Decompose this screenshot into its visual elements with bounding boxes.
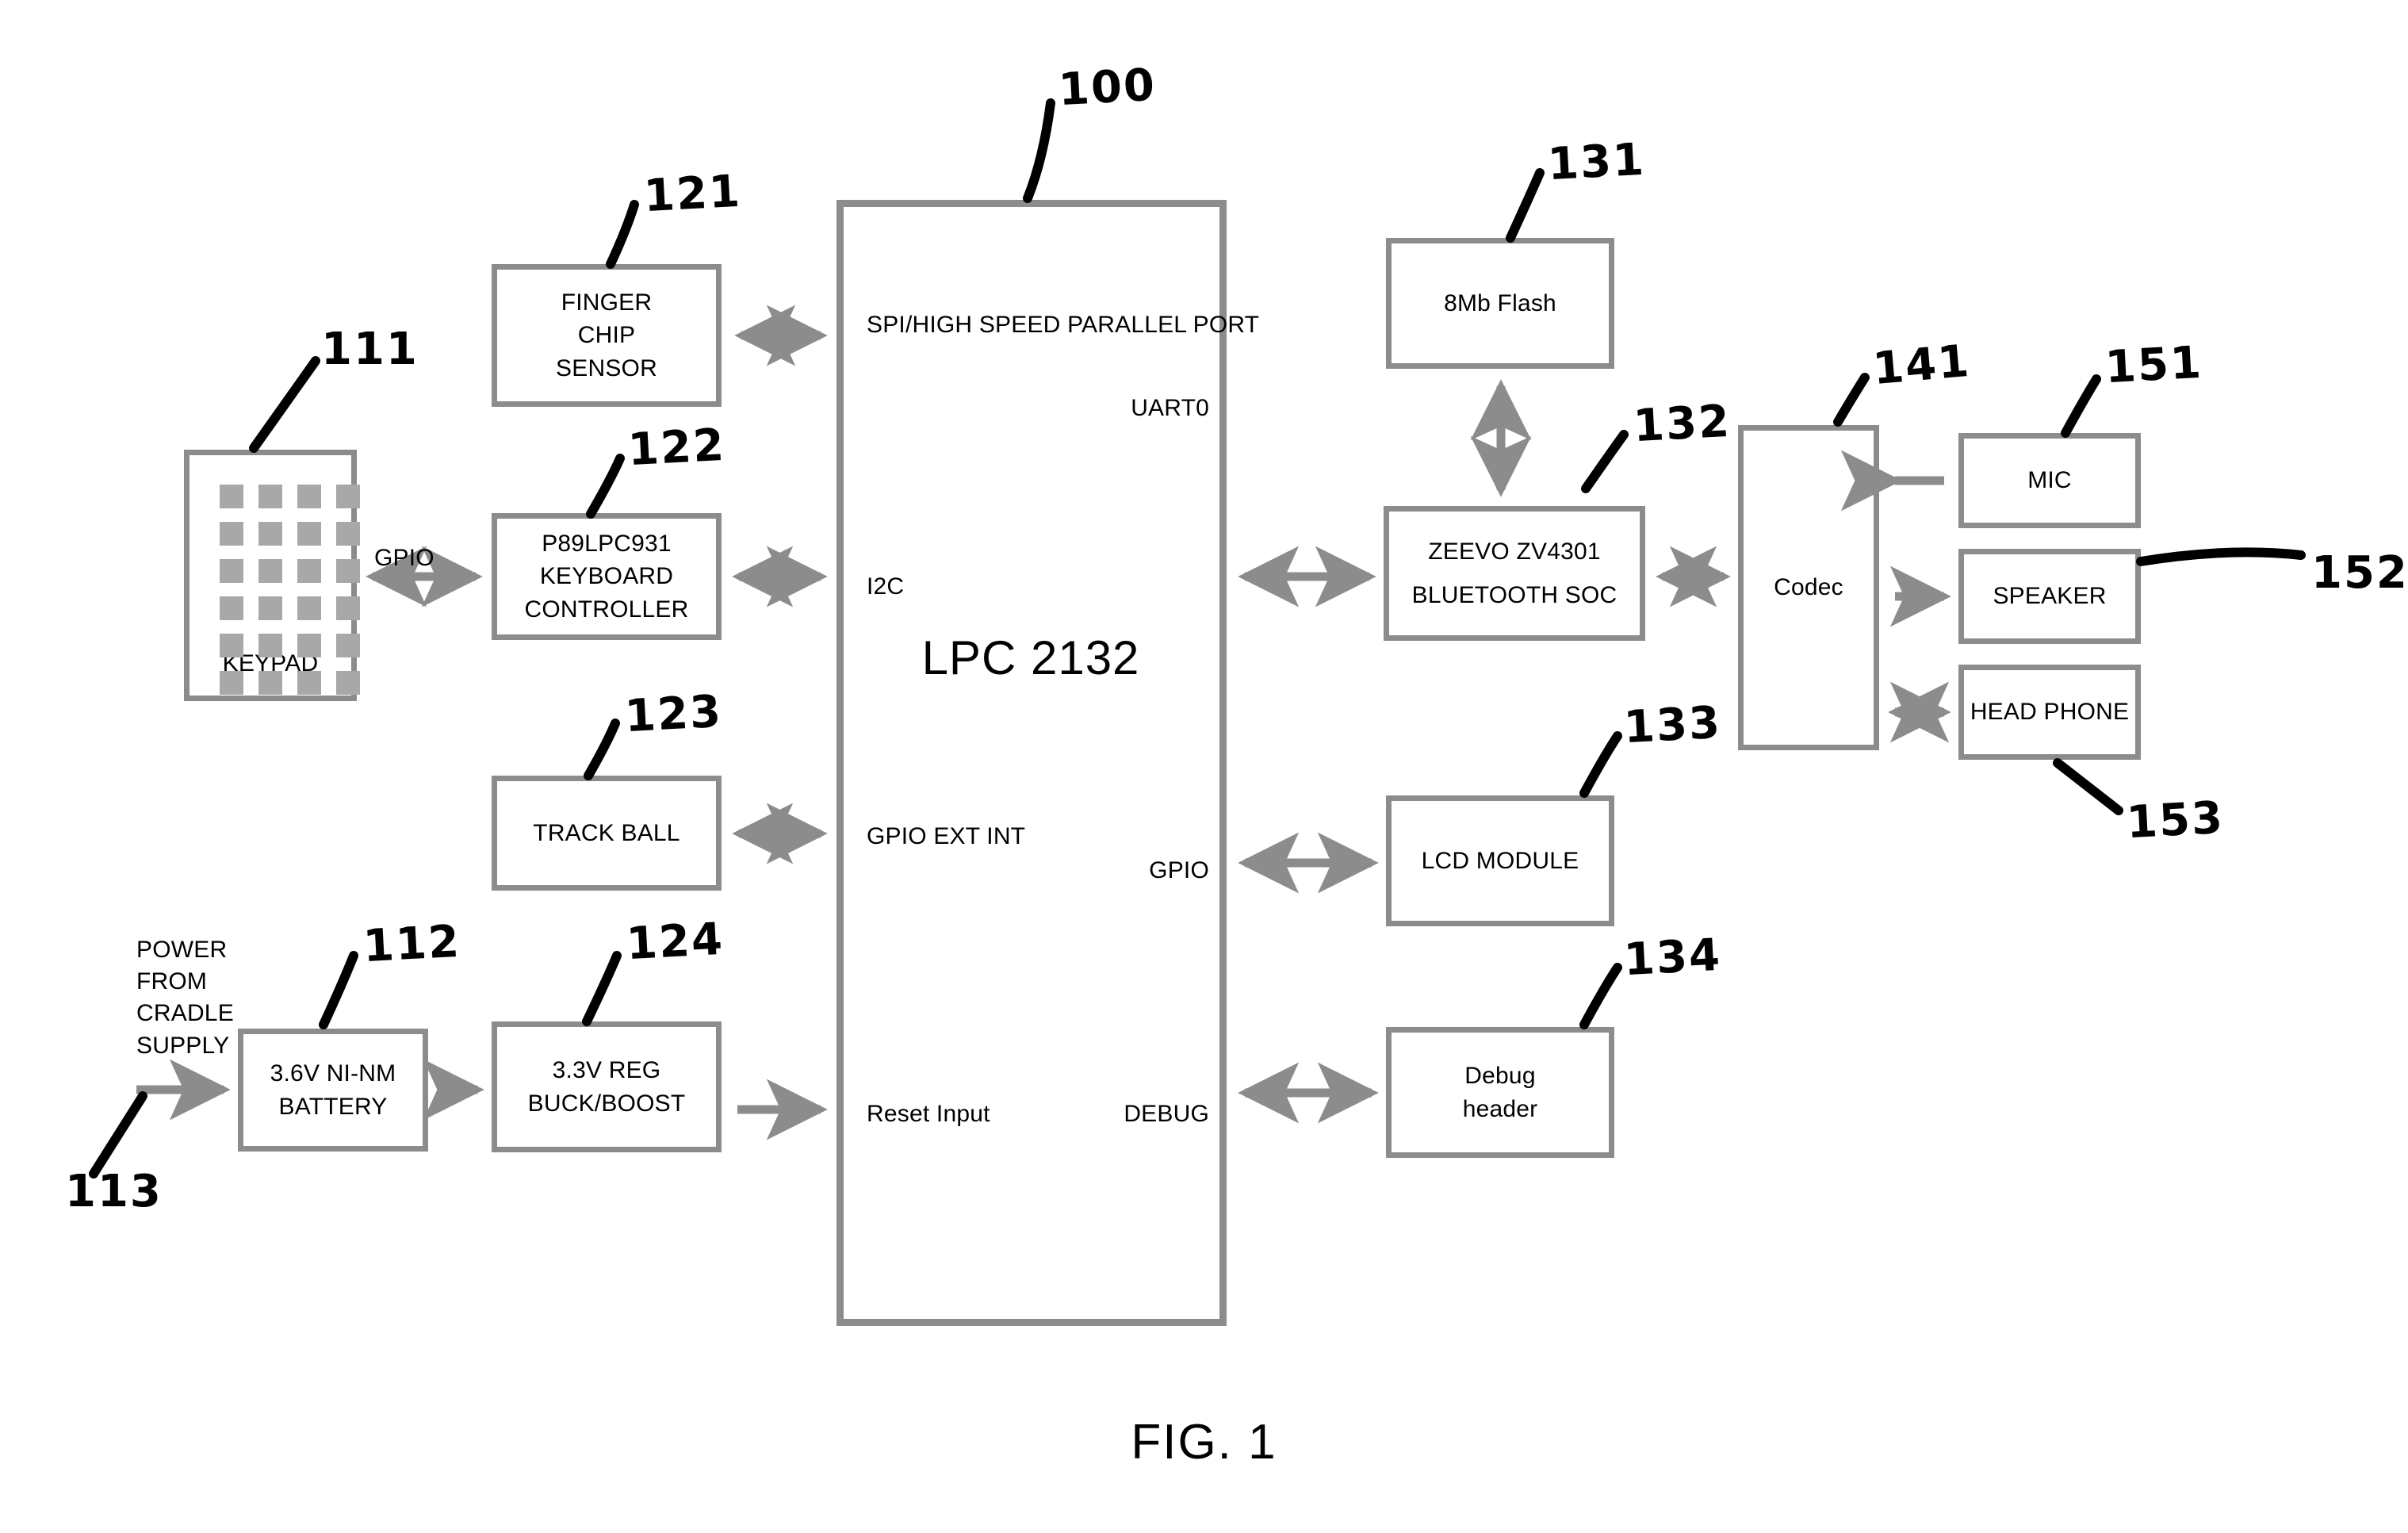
port-label-reset-input: Reset Input [867,1101,990,1127]
port-label-uart0: UART0 [1131,395,1209,421]
reference-numeral-133: 133 [1622,696,1723,754]
block-voltage-regulator-line-2: BUCK/BOOST [527,1090,686,1117]
block-speaker: SPEAKER [1958,549,2141,644]
keypad-key [297,485,321,508]
port-label-spi: SPI/HIGH SPEED PARALLEL PORT [867,312,1260,338]
block-lpc2132-title: LPC 2132 [921,631,1140,684]
reference-numeral-153: 153 [2125,791,2226,849]
block-bluetooth-soc-line-1: ZEEVO ZV4301 [1428,538,1601,565]
block-debug-header: Debug header [1386,1027,1614,1158]
reference-numeral-134: 134 [1622,929,1723,987]
keypad-key [220,671,243,695]
figure-caption: FIG. 1 [1131,1415,1277,1470]
keypad-key [336,522,360,546]
block-debug-header-line-2: header [1462,1095,1538,1122]
keypad-key [220,634,243,657]
reference-numeral-124: 124 [625,913,725,971]
reference-numeral-100: 100 [1057,59,1158,117]
keypad-key [297,559,321,583]
reference-numeral-112: 112 [362,915,462,973]
block-battery: 3.6V NI-NM BATTERY [238,1029,428,1152]
keypad-key [297,634,321,657]
keypad-key-grid [220,485,360,695]
keypad-key [258,559,282,583]
block-flash-memory-label: 8Mb Flash [1444,289,1556,316]
keypad-key [297,522,321,546]
keypad-key [258,596,282,620]
block-keyboard-controller: P89LPC931 KEYBOARD CONTROLLER [492,513,722,640]
block-bluetooth-soc-line-2: BLUETOOTH SOC [1411,582,1617,608]
block-voltage-regulator-line-1: 3.3V REG [552,1057,661,1084]
reference-numeral-121: 121 [642,165,743,223]
reference-numeral-122: 122 [626,419,727,477]
block-flash-memory: 8Mb Flash [1386,238,1614,369]
keypad-key [336,485,360,508]
reference-numeral-131: 131 [1546,133,1647,191]
block-keyboard-controller-line-3: CONTROLLER [524,596,689,623]
keypad-key [258,522,282,546]
keypad-key [336,596,360,620]
reference-numeral-132: 132 [1632,395,1732,453]
block-finger-chip-sensor-line-3: SENSOR [556,355,657,381]
reference-numeral-123: 123 [623,685,724,743]
patent-figure: LPC 2132 SPI/HIGH SPEED PARALLEL PORT UA… [0,0,2408,1533]
port-label-gpio-lcd: GPIO [1149,857,1209,883]
reference-numeral-152: 152 [2311,547,2408,599]
keypad-key [220,522,243,546]
block-track-ball: TRACK BALL [492,776,722,891]
block-battery-line-2: BATTERY [278,1093,388,1120]
block-head-phone-label: HEAD PHONE [1970,699,2130,726]
keypad-key [336,559,360,583]
annotation-power-source: POWER FROM CRADLE SUPPLY [136,937,234,1059]
port-label-i2c: I2C [867,573,905,600]
connection-label-gpio-keypad: GPIO [374,545,435,571]
reference-numeral-151: 151 [2104,336,2204,394]
block-lcd-module-label: LCD MODULE [1421,847,1579,874]
block-lcd-module: LCD MODULE [1386,795,1614,926]
block-keyboard-controller-line-1: P89LPC931 [542,530,672,557]
keypad-key [220,485,243,508]
block-lpc2132 [836,200,1227,1326]
reference-numeral-141: 141 [1870,335,1973,396]
block-mic: MIC [1958,433,2141,528]
keypad-key [297,596,321,620]
block-head-phone: HEAD PHONE [1958,665,2141,760]
block-track-ball-label: TRACK BALL [533,819,680,846]
block-mic-label: MIC [2027,467,2072,494]
block-finger-chip-sensor: FINGER CHIP SENSOR [492,264,722,407]
keypad-key [220,559,243,583]
port-label-gpio-ext-int: GPIO EXT INT [867,823,1026,849]
block-finger-chip-sensor-line-1: FINGER [561,289,653,316]
port-label-debug: DEBUG [1124,1101,1209,1127]
reference-numeral-111: 111 [321,324,419,375]
block-codec-label: Codec [1774,574,1843,601]
keypad-key [336,634,360,657]
keypad-key [336,671,360,695]
block-codec: Codec [1738,425,1879,750]
block-bluetooth-soc: ZEEVO ZV4301 BLUETOOTH SOC [1384,506,1645,641]
block-finger-chip-sensor-line-2: CHIP [577,322,636,349]
keypad-key [220,596,243,620]
keypad-key [258,634,282,657]
block-keyboard-controller-line-2: KEYBOARD [539,563,674,590]
block-speaker-label: SPEAKER [1993,583,2107,610]
keypad-key [258,671,282,695]
block-voltage-regulator: 3.3V REG BUCK/BOOST [492,1021,722,1152]
keypad-key [258,485,282,508]
reference-numeral-113: 113 [65,1166,163,1217]
block-debug-header-line-1: Debug [1464,1063,1536,1090]
block-battery-line-1: 3.6V NI-NM [270,1060,396,1087]
keypad-key [297,671,321,695]
